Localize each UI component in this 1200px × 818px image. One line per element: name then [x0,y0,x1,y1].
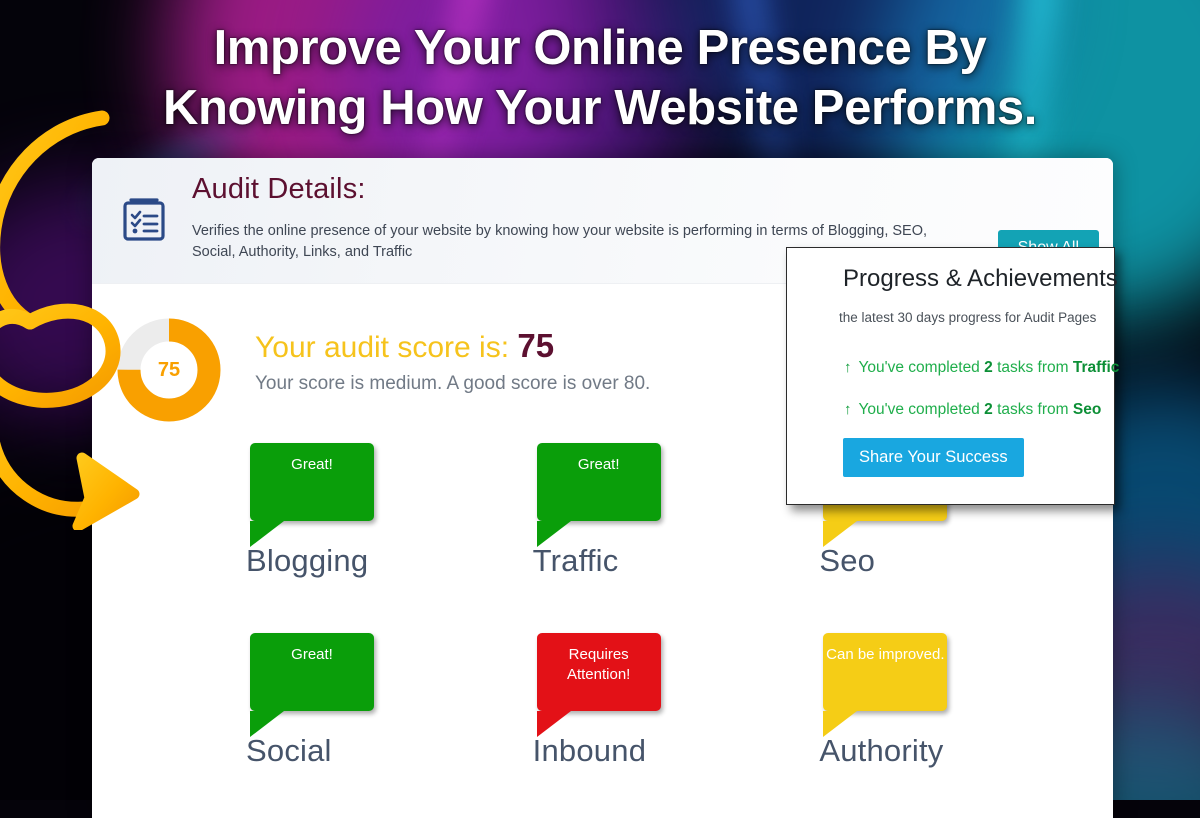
achievement-prefix: You've completed [858,359,980,376]
category-label: Authority [819,733,944,768]
status-badge: Can be improved. [823,633,948,737]
popup-title: Progress & Achievements [843,265,1118,292]
category-label: Traffic [532,543,619,578]
category-cell-authority[interactable]: Can be improved. Authority [785,633,1072,818]
achievement-count: 2 [984,401,993,418]
category-cell-inbound[interactable]: Requires Attention! Inbound [499,633,786,818]
arrow-up-icon: ↑ [844,359,852,376]
category-label: Seo [819,543,876,578]
arrow-head-icon [72,452,140,530]
status-badge-label: Great! [291,456,333,473]
achievement-source: Traffic [1072,359,1120,376]
headline-line-2: Knowing How Your Website Performs. [163,81,1037,135]
audit-score-heading-prefix: Your audit score is: [255,331,510,364]
achievement-middle: tasks from [997,401,1069,418]
category-cell-blogging[interactable]: Great! Blogging [212,443,499,633]
category-label: Social [246,733,332,768]
page-title: Improve Your Online Presence By Knowing … [0,18,1200,138]
category-cell-traffic[interactable]: Great! Traffic [499,443,786,633]
achievement-item: ↑ You've completed 2 tasks from Seo [844,401,1101,419]
status-badge-label: Great! [291,646,333,663]
achievement-item: ↑ You've completed 2 tasks from Traffic [844,359,1119,377]
status-badge: Great! [250,633,374,737]
achievement-count: 2 [984,359,993,376]
share-your-success-button[interactable]: Share Your Success [843,438,1024,477]
category-label: Blogging [246,543,369,578]
audit-details-title: Audit Details: [192,173,366,205]
achievement-source: Seo [1072,401,1102,418]
headline-line-1: Improve Your Online Presence By [213,21,987,75]
status-badge: Great! [536,443,661,547]
hand-drawn-arrow-icon [0,110,140,530]
audit-score-subtext: Your score is medium. A good score is ov… [255,373,651,394]
status-badge-label: Can be improved. [826,646,945,663]
status-badge: Requires Attention! [536,633,661,737]
category-row-2: Great! Social Requires Attention! Inboun… [212,633,1072,818]
audit-score-heading: Your audit score is: 75 [255,327,554,365]
status-badge: Great! [250,443,374,547]
achievement-middle: tasks from [997,359,1069,376]
status-badge-label: Requires Attention! [566,646,631,683]
category-cell-social[interactable]: Great! Social [212,633,499,818]
progress-achievements-popup: Progress & Achievements the latest 30 da… [786,247,1119,505]
popup-subtitle: the latest 30 days progress for Audit Pa… [839,310,1097,325]
category-label: Inbound [532,733,647,768]
status-badge-label: Great! [577,456,620,473]
arrow-up-icon: ↑ [844,401,852,418]
audit-score-heading-value: 75 [517,327,555,364]
achievement-prefix: You've completed [858,401,980,418]
